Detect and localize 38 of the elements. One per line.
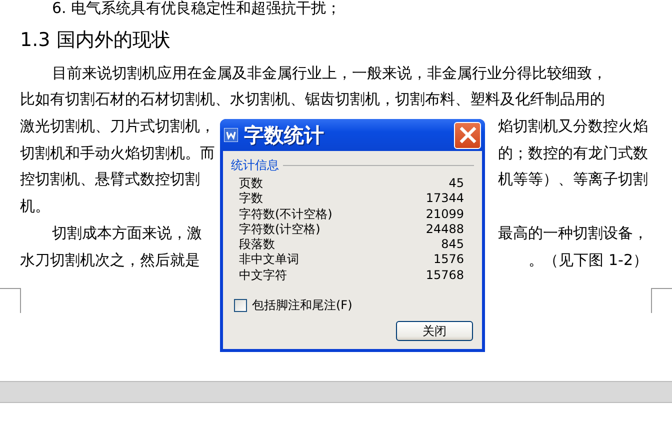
stat-label: 中文字符 (239, 268, 287, 284)
body-text: 最高的一种切割设备， (498, 222, 648, 244)
body-text: 切割机和手动火焰切割机。而 (20, 142, 215, 164)
body-text: 切割成本方面来说，激 (52, 222, 202, 244)
body-text: 机等等）、等离子切割 (498, 169, 648, 190)
body-text: 激光切割机、刀片式切割机， (20, 116, 215, 138)
stat-value: 17344 (426, 191, 464, 207)
stat-label: 字数 (239, 191, 263, 207)
list-item-text: 6. 电气系统具有优良稳定性和超强抗干扰； (51, 0, 342, 19)
checkbox[interactable] (234, 299, 247, 312)
stat-label: 字符数(不计空格) (239, 206, 332, 222)
page-corner-mark (0, 288, 21, 313)
stat-label: 非中文单词 (239, 252, 299, 268)
stat-value: 45 (448, 176, 464, 192)
body-text: 目前来说切割机应用在金属及非金属行业上，一般来说，非金属行业分得比较细致， (52, 62, 607, 84)
checkbox-label: 包括脚注和尾注(F) (252, 297, 352, 314)
body-text: 。（见下图 1-2） (528, 250, 648, 270)
group-label: 统计信息 (231, 157, 279, 174)
body-text: 机。 (20, 196, 50, 218)
page-corner-mark (651, 288, 672, 313)
app-icon (224, 128, 238, 142)
close-button[interactable] (454, 122, 481, 148)
body-text: 的；数控的有龙门式数 (498, 142, 648, 164)
close-dialog-button[interactable]: 关闭 (396, 321, 473, 342)
body-text: 水刀切割机次之，然后就是 (20, 250, 200, 270)
stat-label: 页数 (239, 176, 263, 192)
stat-value: 15768 (426, 268, 464, 284)
stat-value: 845 (441, 237, 464, 252)
stat-value: 21099 (426, 206, 464, 222)
stat-label: 段落数 (239, 237, 275, 252)
stat-value: 1576 (433, 252, 464, 268)
window-title: 字数统计 (244, 122, 325, 148)
stat-label: 字符数(计空格) (239, 222, 320, 238)
body-text: 控切割机、悬臂式数控切割 (20, 169, 200, 190)
stat-value: 24488 (426, 222, 464, 238)
body-text: 焰切割机又分数控火焰 (498, 116, 648, 138)
section-heading: 1.3 国内外的现状 (20, 28, 172, 53)
body-text: 比如有切割石材的石材切割机、水切割机、锯齿切割机，切割布料、塑料及化纤制品用的 (20, 89, 605, 110)
